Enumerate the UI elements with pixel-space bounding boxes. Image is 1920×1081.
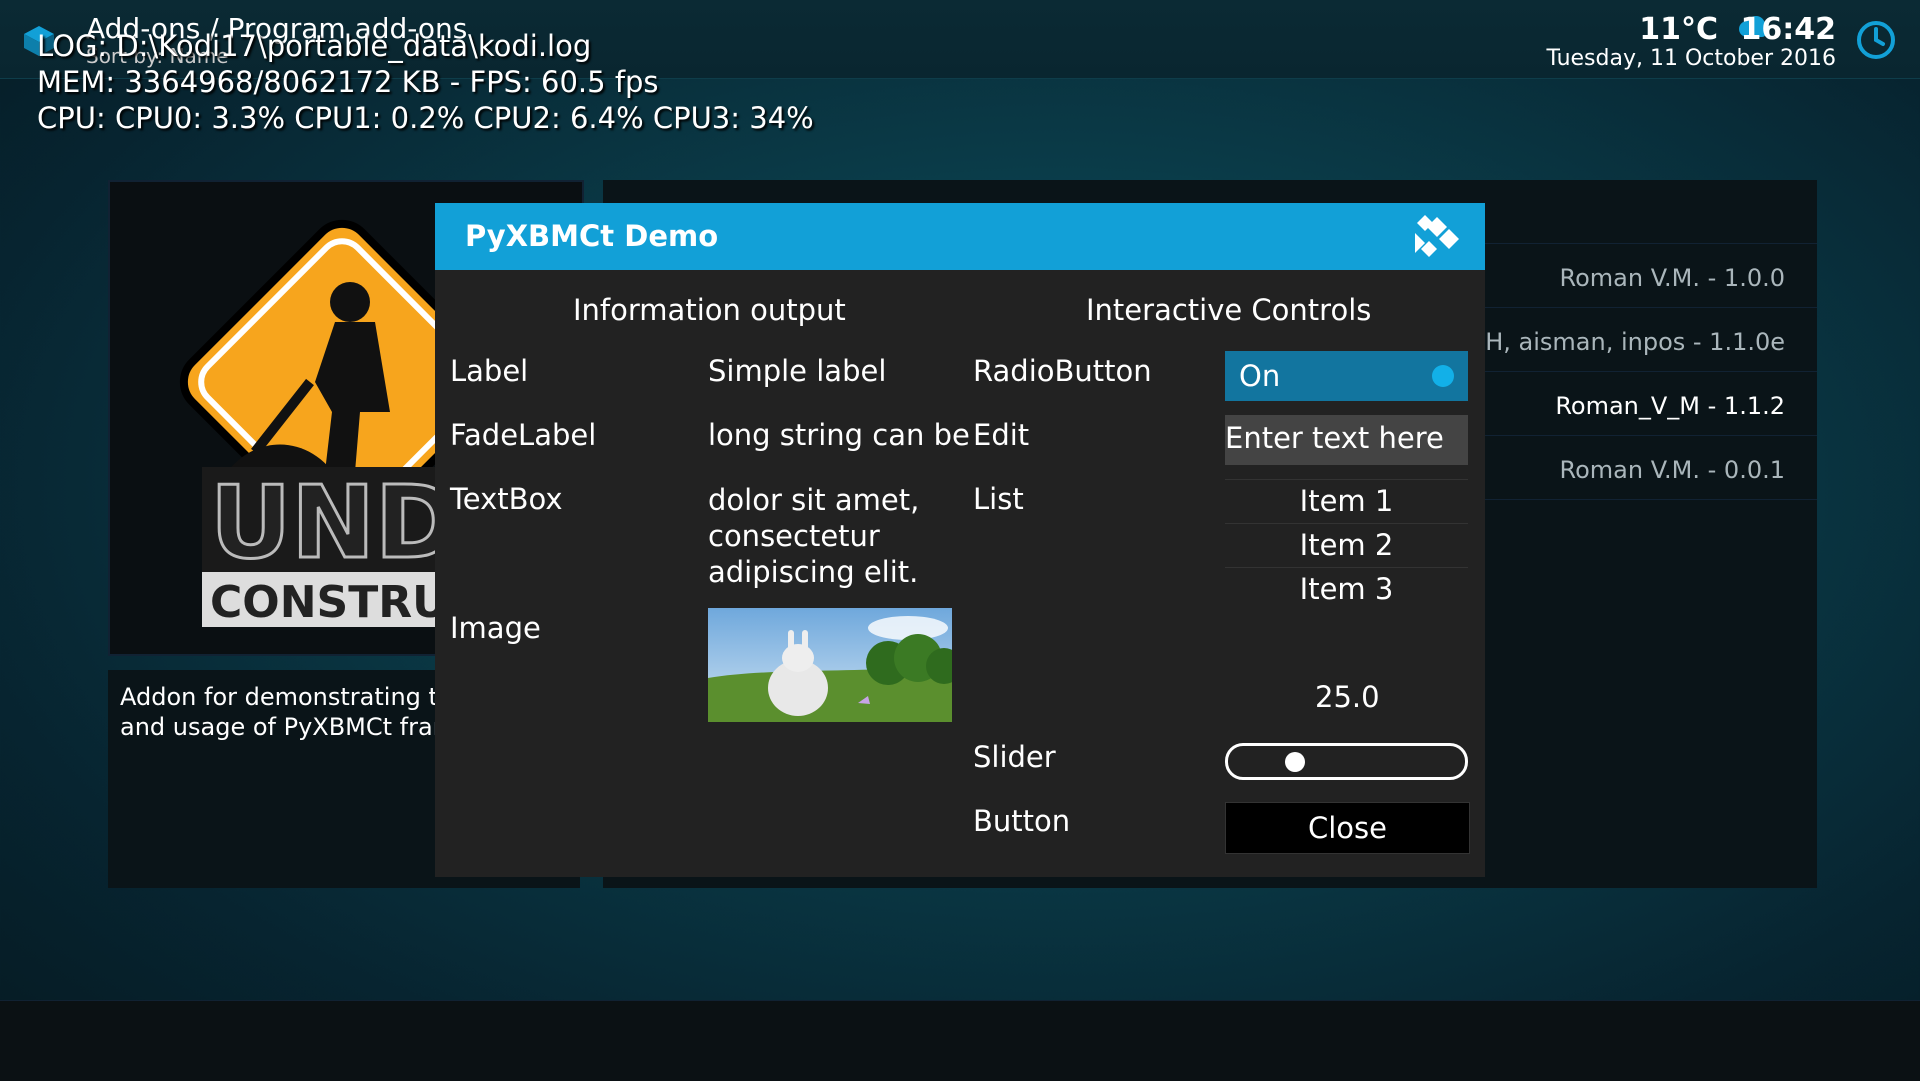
radio-checked-icon [1432, 365, 1454, 387]
debug-mem: MEM: 3364968/8062172 KB - FPS: 60.5 fps [37, 65, 659, 99]
list-divider [1483, 499, 1817, 500]
bottom-bar [0, 1000, 1920, 1081]
list-control-item[interactable]: Item 3 [1225, 567, 1468, 611]
simple-label: Simple label [708, 354, 887, 388]
edit-field[interactable]: Enter text here [1225, 415, 1468, 465]
weather-temperature: 11°C [1639, 12, 1718, 47]
list-item[interactable]: Roman V.M. - 0.0.1 [1560, 456, 1785, 484]
interactive-controls-heading: Interactive Controls [1086, 293, 1372, 327]
debug-log: LOG: D:\Kodi17\portable_data\kodi.log [37, 29, 592, 63]
clock-date: Tuesday, 11 October 2016 [1546, 46, 1836, 71]
list-item-selected[interactable]: Roman_V_M - 1.1.2 [1555, 392, 1785, 420]
radio-button-label: On [1239, 359, 1281, 393]
kodi-logo-icon [1415, 215, 1459, 257]
fadelabel-row-name: FadeLabel [450, 418, 597, 452]
pyxbmct-demo-dialog: PyXBMCt Demo Information output Interact… [435, 203, 1485, 877]
debug-overlay: LOG: D:\Kodi17\portable_data\kodi.log ME… [37, 28, 814, 136]
list-item[interactable]: Roman V.M. - 1.0.0 [1560, 264, 1785, 292]
slider-thumb[interactable] [1285, 752, 1306, 772]
edit-field-text: Enter text here [1225, 421, 1444, 455]
fade-label: long string can be [708, 418, 970, 452]
textbox[interactable]: dolor sit amet, consectetur adipiscing e… [708, 482, 919, 590]
information-output-heading: Information output [573, 293, 846, 327]
edit-row-name: Edit [973, 418, 1030, 452]
textbox-row-name: TextBox [450, 482, 563, 516]
close-button[interactable]: Close [1225, 802, 1470, 854]
list-divider [1483, 435, 1817, 436]
list-divider [1483, 307, 1817, 308]
button-row-name: Button [973, 804, 1071, 838]
clock-time: 16:42 [1740, 12, 1837, 47]
list-item[interactable]: kHH, aisman, inpos - 1.1.0e [1453, 328, 1785, 356]
debug-cpu: CPU: CPU0: 3.3% CPU1: 0.2% CPU2: 6.4% CP… [37, 101, 814, 135]
list-control-item[interactable]: Item 2 [1225, 523, 1468, 567]
slider[interactable] [1225, 743, 1468, 780]
clock-icon [1857, 21, 1895, 59]
demo-image [708, 608, 952, 722]
label-row-name: Label [450, 354, 529, 388]
dialog-header: PyXBMCt Demo [435, 203, 1485, 270]
list-control: Item 1 Item 2 Item 3 [1225, 479, 1468, 611]
slider-value: 25.0 [1315, 680, 1380, 714]
list-divider [1483, 371, 1817, 372]
slider-row-name: Slider [973, 740, 1056, 774]
dialog-title: PyXBMCt Demo [465, 219, 719, 253]
list-divider [1483, 243, 1817, 244]
image-row-name: Image [450, 611, 541, 645]
radiobutton-row-name: RadioButton [973, 354, 1152, 388]
radio-button[interactable]: On [1225, 351, 1468, 401]
list-row-name: List [973, 482, 1024, 516]
list-control-item[interactable]: Item 1 [1225, 479, 1468, 523]
